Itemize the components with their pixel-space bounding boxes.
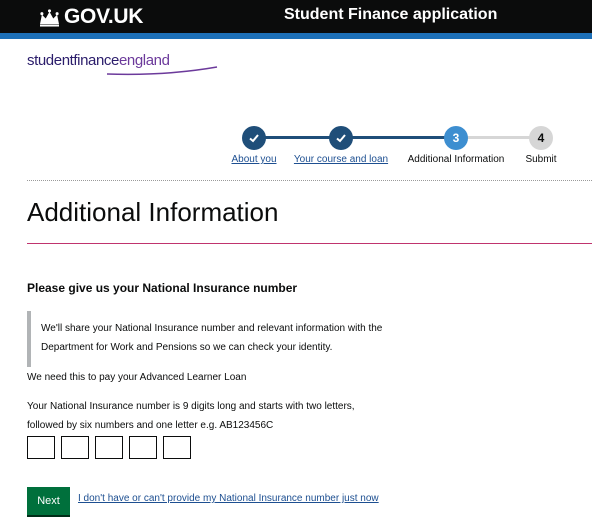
no-ni-number-link[interactable]: I don't have or can't provide my Nationa… — [78, 493, 379, 504]
question-heading: Please give us your National Insurance n… — [27, 281, 298, 295]
ni-number-input-group — [27, 436, 191, 459]
hint-line-2: followed by six numbers and one letter e… — [27, 420, 274, 431]
step-4-todo: 4 — [529, 126, 553, 150]
ni-input-2[interactable] — [61, 436, 89, 459]
inset-text: We'll share your National Insurance numb… — [27, 311, 407, 367]
inset-line-1: We'll share your National Insurance numb… — [41, 323, 383, 334]
hint-line-1: Your National Insurance number is 9 digi… — [27, 401, 355, 412]
reason-text: We need this to pay your Advanced Learne… — [27, 372, 247, 383]
check-icon — [249, 134, 259, 143]
check-icon — [336, 134, 346, 143]
step-2-complete — [329, 126, 353, 150]
step-1-complete — [242, 126, 266, 150]
divider-dotted — [27, 180, 592, 181]
step-label-submit: Submit — [525, 154, 557, 165]
hint-text: Your National Insurance number is 9 digi… — [27, 397, 407, 435]
progress-indicator: 3 4 About you Your course and loan Addit… — [0, 0, 592, 170]
inset-line-2: Department for Work and Pensions so we c… — [41, 342, 333, 353]
ni-input-3[interactable] — [95, 436, 123, 459]
page-title: Additional Information — [27, 197, 279, 227]
next-button[interactable]: Next — [27, 487, 70, 515]
step-link-your-course[interactable]: Your course and loan — [294, 154, 388, 165]
step-label-additional-info: Additional Information — [407, 154, 505, 165]
progress-line-2 — [341, 136, 456, 139]
step-link-about-you[interactable]: About you — [231, 154, 276, 165]
step-3-current: 3 — [444, 126, 468, 150]
ni-input-4[interactable] — [129, 436, 157, 459]
ni-input-1[interactable] — [27, 436, 55, 459]
ni-input-5[interactable] — [163, 436, 191, 459]
title-underline — [27, 243, 592, 244]
